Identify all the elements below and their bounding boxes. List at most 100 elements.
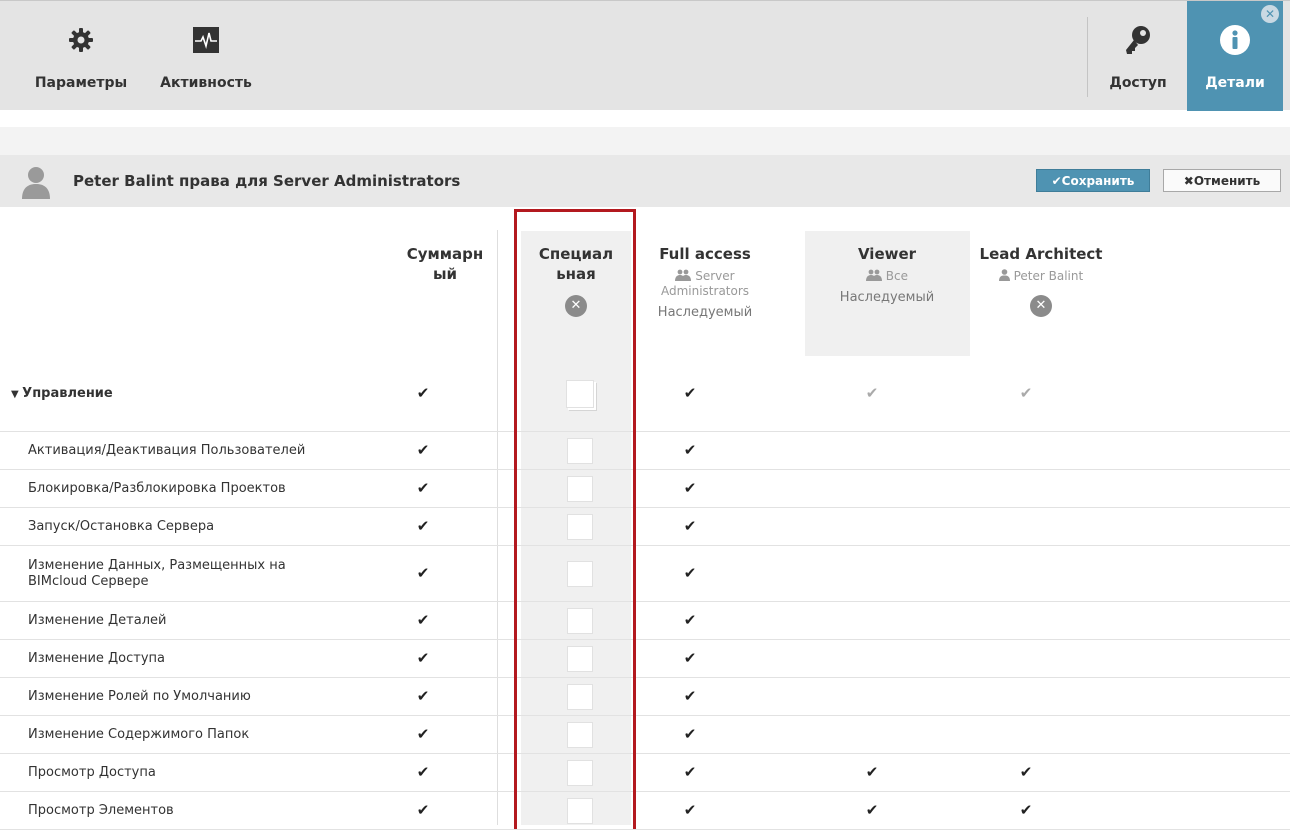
table-row: Изменение Содержимого Папок ✔ ✔ xyxy=(0,716,1290,754)
col-header-special: Специал ьная ✕ xyxy=(521,244,631,317)
row-label: Изменение Доступа xyxy=(28,651,166,666)
special-checkbox[interactable] xyxy=(567,608,593,634)
col-lead-sub-text: Peter Balint xyxy=(1013,269,1084,283)
table-row: Просмотр Доступа ✔ ✔ ✔ ✔ xyxy=(0,754,1290,792)
check-icon: ✔ xyxy=(416,611,430,629)
special-checkbox[interactable] xyxy=(567,760,593,786)
row-label: Изменение Ролей по Умолчанию xyxy=(28,689,251,704)
toolbar-activity-button[interactable]: Активность xyxy=(150,1,262,111)
col-full-sub: Server Administrators xyxy=(650,269,760,299)
group-icon xyxy=(865,269,882,281)
spacer-strip xyxy=(0,127,1290,155)
col-viewer-inherited: Наследуемый xyxy=(839,290,935,305)
col-full-inherited: Наследуемый xyxy=(657,305,753,320)
special-checkbox[interactable] xyxy=(567,646,593,672)
check-icon: ✔ xyxy=(416,517,430,535)
col-special-title: Специал ьная xyxy=(538,245,614,283)
special-checkbox[interactable] xyxy=(567,561,593,587)
check-icon: ✔ xyxy=(1019,763,1033,781)
group-row: ▼ Управление ✔ ✔ ✔ ✔ xyxy=(0,356,1290,432)
col-full-sub-text: Server Administrators xyxy=(660,269,750,298)
check-icon: ✔ xyxy=(416,441,430,459)
remove-special-icon[interactable]: ✕ xyxy=(565,295,587,317)
table-row: Изменение Ролей по Умолчанию ✔ ✔ xyxy=(0,678,1290,716)
check-icon: ✔ xyxy=(683,763,697,781)
toolbar-access-button[interactable]: Доступ xyxy=(1094,1,1182,111)
table-row: Активация/Деактивация Пользователей ✔ ✔ xyxy=(0,432,1290,470)
check-icon: ✔ xyxy=(683,564,697,582)
toolbar-details-label: Детали xyxy=(1205,75,1265,91)
check-icon: ✔ xyxy=(683,649,697,667)
group-icon xyxy=(675,269,692,281)
special-checkbox[interactable] xyxy=(567,514,593,540)
cancel-button[interactable]: ✖Отменить xyxy=(1163,169,1281,192)
check-icon: ✔ xyxy=(1019,801,1033,819)
check-icon: ✔ xyxy=(683,725,697,743)
toolbar-access-label: Доступ xyxy=(1109,75,1167,91)
check-icon: ✔ xyxy=(416,687,430,705)
check-icon: ✔ xyxy=(416,479,430,497)
row-label: Изменение Содержимого Папок xyxy=(28,727,250,742)
check-icon: ✔ xyxy=(416,384,430,402)
top-toolbar: Параметры Активность Доступ Детали ✕ xyxy=(0,0,1290,111)
col-viewer-sub-text: Все xyxy=(885,269,909,283)
special-checkbox[interactable] xyxy=(567,476,593,502)
check-icon: ✔ xyxy=(683,611,697,629)
col-summary-title: Суммарн ый xyxy=(406,245,484,283)
toolbar-params-label: Параметры xyxy=(34,75,128,91)
check-icon: ✔ xyxy=(865,801,879,819)
caret-down-icon[interactable]: ▼ xyxy=(11,389,22,400)
check-icon: ✔ xyxy=(683,384,697,402)
save-button[interactable]: ✔Сохранить xyxy=(1036,169,1150,192)
special-checkbox[interactable] xyxy=(567,438,593,464)
col-lead-sub: Peter Balint xyxy=(976,269,1106,284)
remove-lead-architect-icon[interactable]: ✕ xyxy=(1030,295,1052,317)
table-row: Изменение Деталей ✔ ✔ xyxy=(0,602,1290,640)
check-icon: ✔ xyxy=(865,384,879,402)
table-row: Изменение Данных, Размещенных на BIMclou… xyxy=(0,546,1290,602)
panel-title: Peter Balint права для Server Administra… xyxy=(73,172,461,190)
special-checkbox[interactable] xyxy=(567,684,593,710)
col-viewer-sub: Все xyxy=(832,269,942,284)
check-icon: ✔ xyxy=(416,564,430,582)
activity-icon xyxy=(192,23,220,57)
special-checkbox[interactable] xyxy=(567,798,593,824)
col-header-lead-architect: Lead Architect Peter Balint ✕ xyxy=(976,244,1106,317)
info-icon xyxy=(1219,23,1251,57)
row-label: Изменение Данных, Размещенных на BIMclou… xyxy=(28,558,286,589)
table-row: Запуск/Остановка Сервера ✔ ✔ xyxy=(0,508,1290,546)
check-icon: ✔ xyxy=(1019,384,1033,402)
check-icon: ✔ xyxy=(865,763,879,781)
user-icon xyxy=(998,269,1010,281)
col-header-full-access: Full access Server Administrators Наслед… xyxy=(650,244,760,320)
row-label: Изменение Деталей xyxy=(28,613,167,628)
close-icon[interactable]: ✕ xyxy=(1261,5,1279,23)
check-icon: ✔ xyxy=(683,687,697,705)
special-checkbox[interactable] xyxy=(567,722,593,748)
check-icon: ✔ xyxy=(683,479,697,497)
row-label: Просмотр Элементов xyxy=(28,803,174,818)
col-full-title: Full access xyxy=(659,245,751,263)
check-icon: ✔ xyxy=(416,649,430,667)
toolbar-separator xyxy=(1087,17,1088,97)
special-group-checkbox[interactable] xyxy=(566,380,594,408)
row-label: Запуск/Остановка Сервера xyxy=(28,519,215,534)
group-label-text: Управление xyxy=(22,386,113,401)
toolbar-activity-label: Активность xyxy=(160,75,252,91)
toolbar-params-button[interactable]: Параметры xyxy=(26,1,136,111)
table-row: Блокировка/Разблокировка Проектов ✔ ✔ xyxy=(0,470,1290,508)
row-label: Блокировка/Разблокировка Проектов xyxy=(28,481,286,496)
check-icon: ✔ xyxy=(416,801,430,819)
group-label[interactable]: ▼ Управление xyxy=(11,386,113,403)
row-label: Просмотр Доступа xyxy=(28,765,156,780)
col-header-summary: Суммарн ый xyxy=(390,244,500,284)
col-header-viewer: Viewer Все Наследуемый xyxy=(832,244,942,305)
check-icon: ✔ xyxy=(683,517,697,535)
table-row: Просмотр Элементов ✔ ✔ ✔ ✔ xyxy=(0,792,1290,830)
check-icon: ✔ xyxy=(683,441,697,459)
toolbar-details-button[interactable]: Детали ✕ xyxy=(1187,1,1283,111)
check-icon: ✔ xyxy=(683,801,697,819)
table-row: Изменение Доступа ✔ ✔ xyxy=(0,640,1290,678)
row-label: Активация/Деактивация Пользователей xyxy=(28,443,306,458)
check-icon: ✔ xyxy=(416,763,430,781)
